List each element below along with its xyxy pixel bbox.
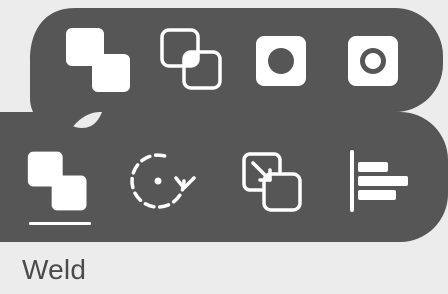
subtract-icon[interactable] (254, 34, 308, 88)
unite-icon[interactable] (64, 24, 136, 96)
selected-tool-indicator (29, 222, 91, 225)
boolean-tool-panel: Weld (0, 0, 448, 294)
align-icon[interactable] (344, 148, 414, 214)
weld-overlap-icon[interactable] (158, 26, 224, 92)
tool-label: Weld (22, 254, 87, 285)
rotate-icon[interactable] (126, 148, 202, 214)
weld-icon[interactable] (26, 148, 92, 214)
exclude-icon[interactable] (346, 34, 400, 88)
arrange-icon[interactable] (240, 150, 304, 214)
